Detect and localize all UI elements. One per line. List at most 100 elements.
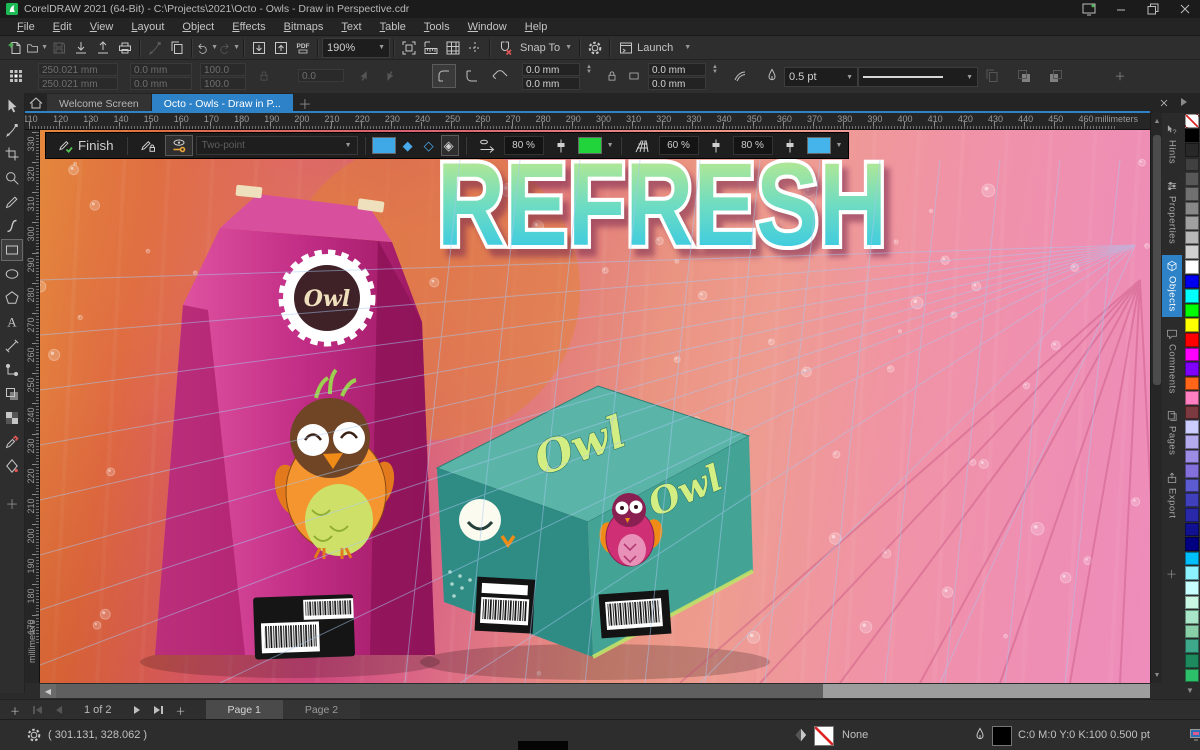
vertical-scroll-thumb[interactable] bbox=[1153, 135, 1161, 385]
horizon-opacity-field[interactable]: 80 % bbox=[504, 136, 544, 155]
horizon-opacity-slider-icon[interactable] bbox=[547, 135, 575, 156]
close-document-icon[interactable] bbox=[1153, 93, 1175, 113]
palette-swatch[interactable] bbox=[1185, 391, 1199, 405]
grid-color-swatch[interactable] bbox=[807, 137, 831, 154]
palette-swatch[interactable] bbox=[1185, 187, 1199, 201]
export-button[interactable] bbox=[270, 38, 292, 58]
rectangle-tool[interactable] bbox=[1, 239, 23, 261]
two-point-diamond-icon[interactable]: ◇ bbox=[420, 138, 438, 154]
object-height-field[interactable]: 0.0 mm bbox=[130, 77, 192, 90]
pick-tool[interactable] bbox=[1, 95, 23, 117]
grid-lines-icon[interactable] bbox=[628, 135, 656, 156]
mirror-vertical-button[interactable] bbox=[378, 64, 402, 88]
grid-opacity-field[interactable]: 60 % bbox=[659, 136, 699, 155]
palette-swatch[interactable] bbox=[1185, 231, 1199, 245]
previous-page-icon[interactable] bbox=[48, 701, 70, 719]
shape-tool[interactable] bbox=[1, 119, 23, 141]
camera-color-swatch[interactable] bbox=[372, 137, 396, 154]
next-page-icon[interactable] bbox=[126, 701, 148, 719]
minimize-button[interactable] bbox=[1112, 1, 1130, 17]
palette-swatch[interactable] bbox=[1185, 216, 1199, 230]
palette-swatch[interactable] bbox=[1185, 158, 1199, 172]
ellipse-tool[interactable] bbox=[1, 263, 23, 285]
fill-color-swatch[interactable] bbox=[814, 726, 834, 746]
palette-swatch[interactable] bbox=[1185, 172, 1199, 186]
mesh-fill-tool[interactable] bbox=[1, 407, 23, 429]
menu-item[interactable]: Tools bbox=[415, 19, 459, 35]
secondary-opacity-field[interactable]: 80 % bbox=[733, 136, 773, 155]
menu-item[interactable]: Table bbox=[371, 19, 415, 35]
corner-stepper2-icon[interactable]: ▲▼ bbox=[708, 63, 722, 76]
finish-perspective-button[interactable]: Finish bbox=[52, 135, 120, 156]
palette-swatch[interactable] bbox=[1185, 435, 1199, 449]
palette-swatch[interactable] bbox=[1185, 202, 1199, 216]
menu-item[interactable]: Edit bbox=[44, 19, 81, 35]
palette-swatch[interactable] bbox=[1185, 304, 1199, 318]
zoom-tool[interactable] bbox=[1, 167, 23, 189]
last-page-icon[interactable] bbox=[148, 701, 170, 719]
mirror-horizontal-button[interactable] bbox=[352, 64, 376, 88]
first-page-icon[interactable] bbox=[26, 701, 48, 719]
palette-swatch[interactable] bbox=[1185, 596, 1199, 610]
menu-item[interactable]: File bbox=[8, 19, 44, 35]
horizon-line-icon[interactable] bbox=[473, 135, 501, 156]
drop-shadow-tool[interactable] bbox=[1, 383, 23, 405]
palette-swatch[interactable] bbox=[1185, 143, 1199, 157]
lock-ratio-icon[interactable] bbox=[252, 64, 276, 88]
publish-pdf-button[interactable] bbox=[292, 38, 314, 58]
horizon-color-swatch[interactable] bbox=[578, 137, 602, 154]
close-button[interactable] bbox=[1176, 1, 1194, 17]
object-width-field[interactable]: 0.0 mm bbox=[130, 63, 192, 76]
menu-item[interactable]: View bbox=[81, 19, 123, 35]
rotation-angle-field[interactable]: 0.0 bbox=[298, 69, 344, 82]
scalloped-corner-button[interactable] bbox=[460, 64, 484, 88]
palette-swatch[interactable] bbox=[1185, 639, 1199, 653]
docker-tab-hints[interactable]: Hints bbox=[1162, 119, 1182, 169]
options-gear-button[interactable] bbox=[584, 38, 606, 58]
palette-swatch[interactable] bbox=[1185, 318, 1199, 332]
menu-item[interactable]: Text bbox=[332, 19, 370, 35]
chamfered-corner-button[interactable] bbox=[488, 64, 512, 88]
snap-to-dropdown[interactable]: Snap To▼ bbox=[516, 42, 576, 54]
show-rulers-button[interactable] bbox=[420, 38, 442, 58]
menu-item[interactable]: Help bbox=[516, 19, 557, 35]
connector-tool[interactable] bbox=[1, 359, 23, 381]
palette-swatch[interactable] bbox=[1185, 654, 1199, 668]
polygon-tool[interactable] bbox=[1, 287, 23, 309]
cut-button[interactable] bbox=[144, 38, 166, 58]
round-corner-button[interactable] bbox=[432, 64, 456, 88]
one-point-diamond-icon[interactable]: ◆ bbox=[399, 138, 417, 154]
copy-button[interactable] bbox=[166, 38, 188, 58]
palette-swatch[interactable] bbox=[1185, 610, 1199, 624]
lock-perspective-icon[interactable] bbox=[134, 135, 162, 156]
corner-radius-3-field[interactable]: 0.0 mm bbox=[648, 63, 706, 76]
print-button[interactable] bbox=[114, 38, 136, 58]
palette-swatch[interactable] bbox=[1185, 479, 1199, 493]
palette-scroll-down-icon[interactable]: ▼ bbox=[1186, 686, 1194, 696]
object-origin-icon[interactable] bbox=[4, 64, 28, 88]
add-docker-plus-button[interactable]: ＋ bbox=[1166, 566, 1177, 582]
tab-flyout-icon[interactable] bbox=[1181, 98, 1187, 106]
text-tool[interactable] bbox=[1, 311, 23, 333]
menu-item[interactable]: Bitmaps bbox=[275, 19, 333, 35]
vertical-ruler[interactable]: 3303203103002902802702602502402302202102… bbox=[25, 130, 40, 683]
palette-swatch[interactable] bbox=[1185, 508, 1199, 522]
corner-radius-2-field[interactable]: 0.0 mm bbox=[522, 77, 580, 90]
docker-tab-comments[interactable]: Comments bbox=[1162, 323, 1182, 399]
grid-opacity-slider-icon[interactable] bbox=[702, 135, 730, 156]
wrap-text-button[interactable] bbox=[980, 64, 1004, 88]
corner-stepper-icon[interactable]: ▲▼ bbox=[582, 63, 596, 76]
home-welcome-icon[interactable] bbox=[25, 93, 47, 113]
save-button[interactable] bbox=[48, 38, 70, 58]
palette-swatch[interactable] bbox=[1185, 348, 1199, 362]
outline-color-swatch[interactable] bbox=[992, 726, 1012, 746]
edit-corners-together-icon[interactable] bbox=[600, 64, 624, 88]
palette-swatch[interactable] bbox=[1185, 493, 1199, 507]
corner-radius-4-field[interactable]: 0.0 mm bbox=[648, 77, 706, 90]
palette-swatch[interactable] bbox=[1185, 275, 1199, 289]
docker-tab-export[interactable]: Export bbox=[1162, 467, 1182, 523]
display-settings-icon[interactable] bbox=[1080, 1, 1098, 17]
show-perspective-icon[interactable] bbox=[165, 135, 193, 156]
scale-v-field[interactable]: 100.0 bbox=[200, 77, 246, 90]
drawing-canvas[interactable]: REFRESH Owl bbox=[40, 130, 1150, 683]
